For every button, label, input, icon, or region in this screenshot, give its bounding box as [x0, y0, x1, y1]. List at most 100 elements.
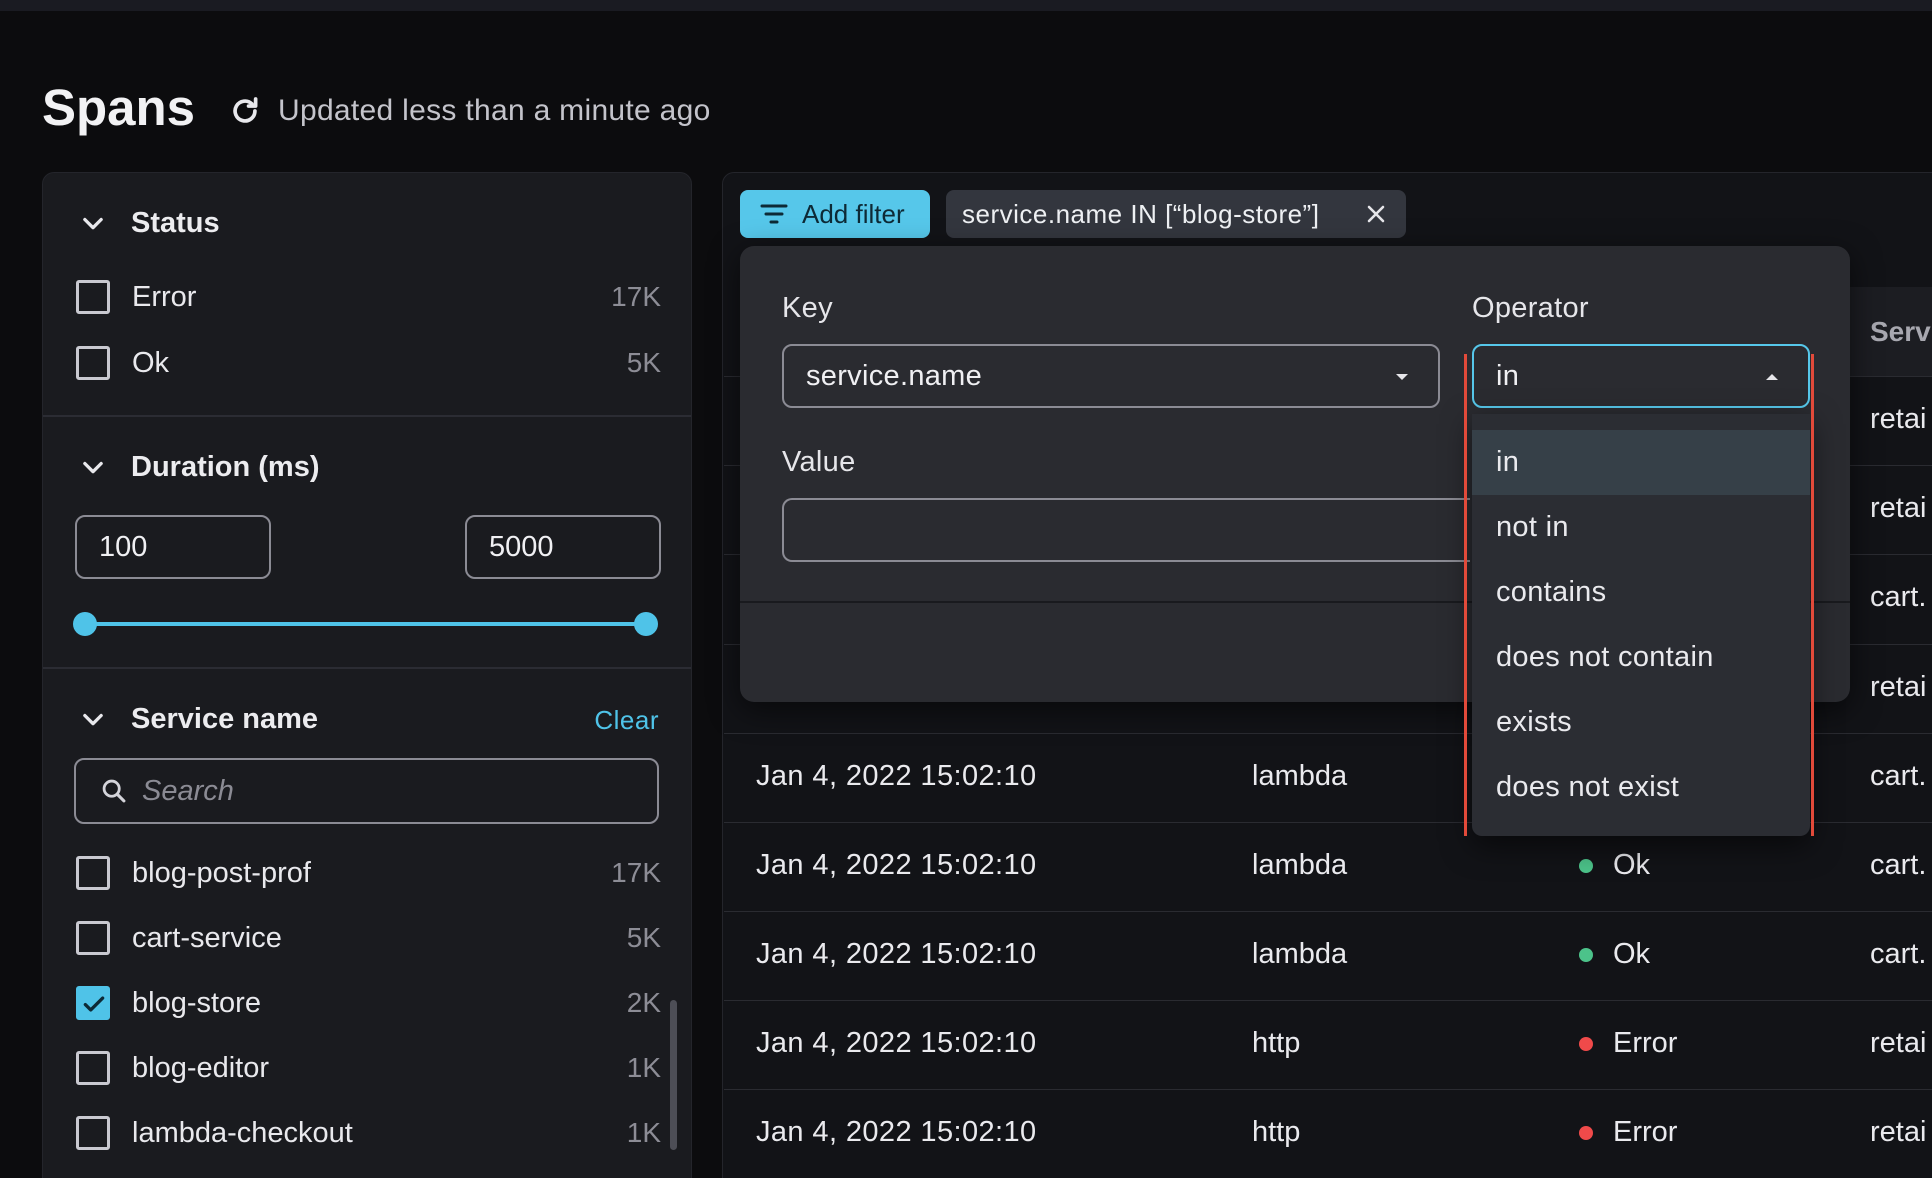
- status-ok-dot: [1579, 858, 1593, 873]
- close-icon[interactable]: [1364, 202, 1388, 226]
- service-cell: cart.: [1870, 581, 1927, 613]
- operator-option-exists[interactable]: exists: [1472, 690, 1810, 755]
- service-cell: retai: [1870, 1027, 1927, 1059]
- status-text: Error: [1613, 1116, 1678, 1148]
- service-option[interactable]: cart-service 5K: [76, 918, 661, 958]
- service-option[interactable]: blog-store 2K: [76, 983, 661, 1023]
- operator-label: Operator: [1472, 292, 1589, 324]
- duration-section-title: Duration (ms): [131, 450, 320, 483]
- type-cell: lambda: [1252, 849, 1348, 881]
- refresh-icon[interactable]: [228, 94, 262, 128]
- value-label: Value: [782, 446, 856, 478]
- top-bar: [0, 0, 1932, 11]
- service-search-input[interactable]: Search: [74, 758, 659, 824]
- timestamp-cell: Jan 4, 2022 15:02:10: [756, 1027, 1037, 1059]
- guide-line-left: [1464, 354, 1467, 836]
- status-option-count: 17K: [611, 281, 661, 312]
- duration-min-input[interactable]: 100: [75, 515, 271, 579]
- status-option-error[interactable]: Error 17K: [76, 277, 661, 317]
- search-icon: [102, 779, 126, 803]
- service-option-count: 1K: [626, 1117, 661, 1148]
- column-header-service[interactable]: Serv: [1870, 316, 1931, 348]
- service-option-label: lambda-checkout: [132, 1116, 353, 1149]
- service-cell: retai: [1870, 671, 1927, 703]
- service-checkbox[interactable]: [76, 1051, 110, 1085]
- duration-slider-max-handle[interactable]: [634, 612, 658, 636]
- operator-option-in[interactable]: in: [1472, 430, 1810, 495]
- status-ok-checkbox[interactable]: [76, 346, 110, 380]
- type-cell: lambda: [1252, 938, 1348, 970]
- service-checkbox[interactable]: [76, 856, 110, 890]
- timestamp-cell: Jan 4, 2022 15:02:10: [756, 760, 1037, 792]
- service-section-title: Service name: [131, 702, 319, 735]
- service-option-count: 5K: [626, 922, 661, 953]
- status-error-dot: [1579, 1036, 1593, 1051]
- service-option[interactable]: blog-editor 1K: [76, 1048, 661, 1088]
- status-section-title: Status: [131, 206, 220, 239]
- section-divider: [43, 415, 691, 417]
- clear-service-filter-link[interactable]: Clear: [594, 705, 659, 736]
- operator-option-does-not-exist[interactable]: does not exist: [1472, 755, 1810, 820]
- status-ok-dot: [1579, 947, 1593, 962]
- search-placeholder: Search: [142, 774, 234, 807]
- duration-max-input[interactable]: 5000: [465, 515, 661, 579]
- service-option-count: 1K: [626, 1052, 661, 1083]
- add-filter-button[interactable]: Add filter: [740, 190, 930, 238]
- timestamp-cell: Jan 4, 2022 15:02:10: [756, 938, 1037, 970]
- status-option-label: Ok: [132, 346, 170, 379]
- table-row[interactable]: Jan 4, 2022 15:02:10 http Error retai: [724, 1089, 1932, 1178]
- service-cell: retai: [1870, 1116, 1927, 1148]
- add-filter-label: Add filter: [802, 198, 905, 229]
- service-checkbox[interactable]: [76, 1116, 110, 1150]
- filter-icon: [760, 204, 788, 224]
- service-option[interactable]: blog-post-prof 17K: [76, 853, 661, 893]
- service-option[interactable]: lambda-checkout 1K: [76, 1113, 661, 1153]
- status-text: Ok: [1613, 849, 1651, 881]
- status-text: Ok: [1613, 938, 1651, 970]
- status-error-checkbox[interactable]: [76, 280, 110, 314]
- timestamp-cell: Jan 4, 2022 15:02:10: [756, 849, 1037, 881]
- filter-sidebar: Status Error 17K Ok 5K Duration (ms) 100…: [42, 172, 692, 1178]
- guide-line-right: [1811, 354, 1814, 836]
- status-option-label: Error: [132, 280, 197, 313]
- duration-section-toggle[interactable]: Duration (ms): [79, 447, 320, 487]
- service-checkbox-checked[interactable]: [76, 986, 110, 1020]
- table-row[interactable]: Jan 4, 2022 15:02:10 http Error retai: [724, 1000, 1932, 1089]
- service-option-label: blog-editor: [132, 1051, 270, 1084]
- operator-option-not-in[interactable]: not in: [1472, 495, 1810, 560]
- status-section-toggle[interactable]: Status: [79, 203, 220, 243]
- operator-option-does-not-contain[interactable]: does not contain: [1472, 625, 1810, 690]
- status-error-dot: [1579, 1125, 1593, 1140]
- service-cell: cart.: [1870, 938, 1927, 970]
- status-cell: Ok: [1579, 849, 1650, 882]
- caret-down-icon: [1396, 374, 1408, 380]
- status-option-ok[interactable]: Ok 5K: [76, 343, 661, 383]
- value-input[interactable]: [782, 498, 1470, 562]
- service-option-count: 17K: [611, 857, 661, 888]
- type-cell: lambda: [1252, 760, 1348, 792]
- last-updated-text: Updated less than a minute ago: [278, 94, 711, 127]
- service-option-count: 2K: [626, 987, 661, 1018]
- status-option-count: 5K: [626, 347, 661, 378]
- active-filter-chip[interactable]: service.name IN [“blog-store”]: [946, 190, 1406, 238]
- status-cell: Error: [1579, 1027, 1677, 1060]
- filter-chip-label: service.name IN [“blog-store”]: [962, 198, 1320, 229]
- status-cell: Ok: [1579, 938, 1650, 971]
- caret-up-icon: [1766, 374, 1778, 380]
- duration-slider-min-handle[interactable]: [73, 612, 97, 636]
- key-select[interactable]: service.name: [782, 344, 1440, 408]
- service-checkbox[interactable]: [76, 921, 110, 955]
- checkmark-icon: [83, 996, 105, 1012]
- service-section-toggle[interactable]: Service name: [79, 699, 318, 739]
- operator-option-contains[interactable]: contains: [1472, 560, 1810, 625]
- duration-slider-track[interactable]: [85, 622, 647, 626]
- chevron-down-icon: [83, 713, 103, 726]
- service-cell: cart.: [1870, 760, 1927, 792]
- service-option-label: blog-post-prof: [132, 856, 311, 889]
- operator-select-value: in: [1496, 359, 1520, 392]
- service-cell: retai: [1870, 403, 1927, 435]
- operator-select[interactable]: in: [1472, 344, 1810, 408]
- sidebar-scrollbar[interactable]: [670, 1000, 677, 1150]
- operator-dropdown-menu: in not in contains does not contain exis…: [1472, 414, 1810, 836]
- table-row[interactable]: Jan 4, 2022 15:02:10 lambda Ok cart.: [724, 911, 1932, 1000]
